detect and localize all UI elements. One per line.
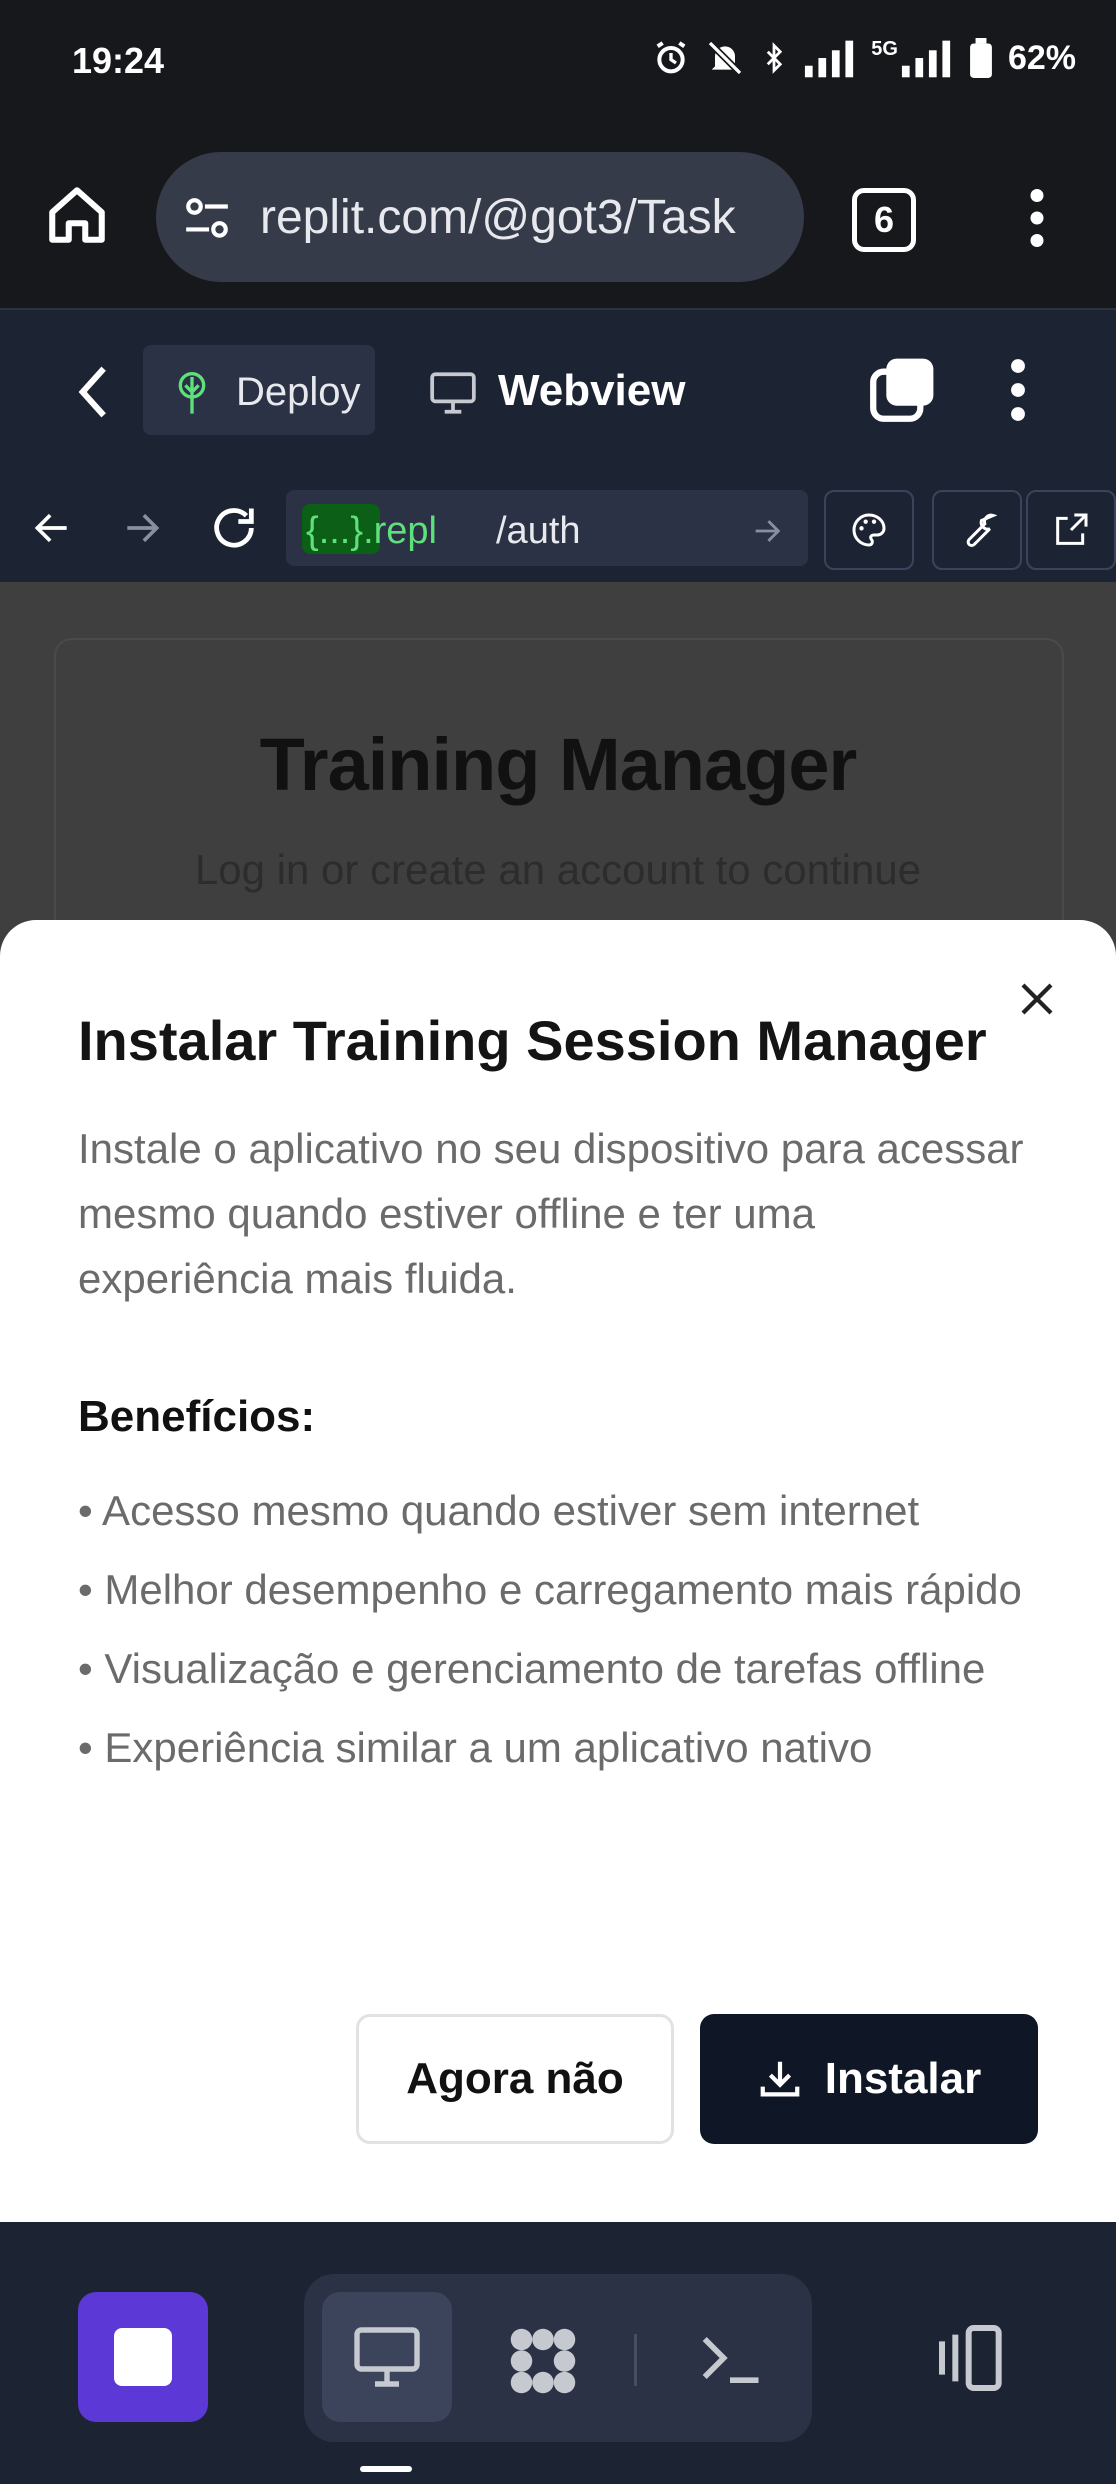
bluetooth-icon — [767, 42, 783, 74]
gesture-bar — [360, 2466, 412, 2472]
browser-menu-icon[interactable] — [1022, 188, 1052, 248]
signal-5g-icon — [901, 40, 951, 78]
deploy-label: Deploy — [236, 370, 361, 414]
not-now-button[interactable]: Agora não — [356, 2014, 674, 2144]
open-external-button[interactable] — [1026, 490, 1116, 570]
replit-menu-icon[interactable] — [1003, 358, 1033, 422]
new-window-icon[interactable] — [868, 356, 936, 424]
terminal-icon[interactable] — [692, 2320, 768, 2396]
stop-button[interactable] — [78, 2292, 208, 2422]
list-item: • Melhor desempenho e carregamento mais … — [78, 1566, 1022, 1613]
nav-forward-icon[interactable] — [120, 506, 164, 550]
dialog-description: Instale o aplicativo no seu dispositivo … — [78, 1125, 1024, 1302]
theme-button[interactable] — [824, 490, 914, 570]
app-title: Training Manager — [259, 723, 858, 806]
palette-icon — [852, 513, 886, 547]
monitor-icon — [354, 2327, 420, 2387]
install-label: Instalar — [824, 2054, 982, 2103]
reload-icon[interactable] — [208, 502, 260, 554]
signal-icon — [805, 40, 854, 78]
site-settings-icon[interactable] — [182, 196, 232, 242]
battery-icon — [970, 38, 992, 78]
external-link-icon — [1056, 513, 1088, 545]
tab-switcher-button[interactable]: 6 — [852, 188, 916, 252]
repl-url-domain: {...}.repl — [306, 510, 437, 552]
status-icons: 5G 62% — [651, 38, 1076, 78]
list-item: • Visualização e gerenciamento de tarefa… — [78, 1645, 986, 1692]
devtools-button[interactable] — [932, 490, 1022, 570]
app-subtitle: Log in or create an account to continue — [194, 846, 922, 893]
url-path[interactable]: /auth — [496, 510, 581, 553]
panels-icon[interactable] — [932, 2318, 1012, 2398]
benefits-heading: Benefícios: — [78, 1392, 316, 1441]
monitor-icon — [430, 372, 476, 414]
alarm-icon — [656, 41, 686, 74]
list-item: • Acesso mesmo quando estiver sem intern… — [78, 1487, 920, 1534]
dialog-title: Instalar Training Session Manager — [78, 1009, 987, 1072]
network-type: 5G — [871, 38, 898, 60]
deploy-icon — [178, 372, 206, 414]
wrench-icon — [966, 513, 997, 548]
battery-level: 62% — [1007, 38, 1076, 77]
status-time: 19:24 — [72, 40, 165, 81]
close-icon[interactable] — [1016, 978, 1058, 1020]
address-url[interactable]: replit.com/@got3/Task — [260, 190, 780, 245]
download-icon — [760, 2061, 800, 2097]
agent-icon[interactable] — [500, 2318, 586, 2404]
stop-icon — [114, 2328, 172, 2386]
back-chevron-icon[interactable] — [72, 364, 112, 420]
go-arrow-icon[interactable] — [750, 514, 784, 548]
home-icon[interactable] — [44, 182, 110, 248]
tool-divider — [634, 2334, 637, 2386]
bell-off-icon — [707, 40, 743, 76]
install-button[interactable]: Instalar — [700, 2014, 1038, 2144]
webview-tab[interactable]: Webview — [498, 366, 685, 416]
list-item: • Experiência similar a um aplicativo na… — [78, 1724, 873, 1771]
webview-tool-button[interactable] — [322, 2292, 452, 2422]
benefits-list: • Acesso mesmo quando estiver sem intern… — [78, 1478, 1038, 1794]
nav-back-icon[interactable] — [30, 506, 74, 550]
